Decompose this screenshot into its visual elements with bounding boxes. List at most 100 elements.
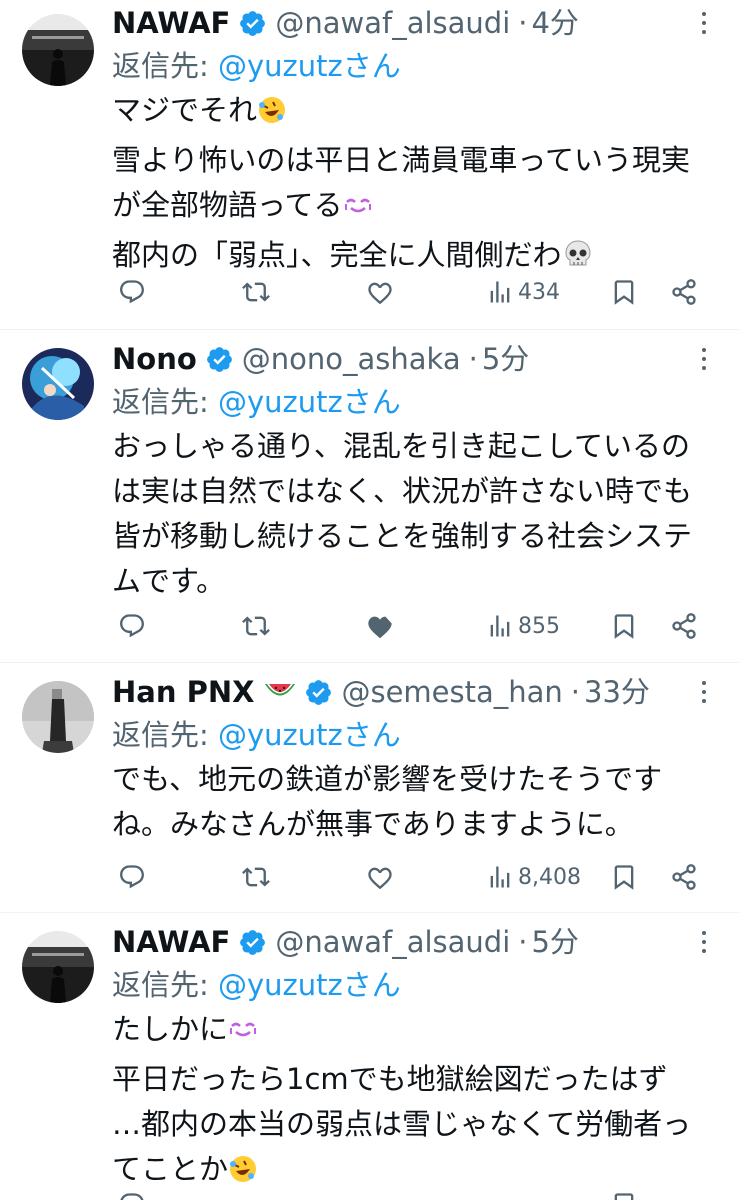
watermelon-emoji-icon xyxy=(264,681,296,703)
more-options-icon[interactable] xyxy=(689,344,719,374)
share-button[interactable] xyxy=(670,606,698,646)
reply-mention[interactable]: @yuzutzさん xyxy=(218,968,401,1002)
analytics-icon xyxy=(490,866,510,888)
verified-badge-icon xyxy=(205,345,234,374)
post-text: でも、地元の鉄道が影響を受けたそうです ね。みなさんが無事でありますように。 xyxy=(112,757,717,847)
avatar[interactable] xyxy=(22,931,94,1003)
reply-prefix: 返信先: xyxy=(112,49,218,83)
user-handle[interactable]: @nawaf_alsaudi xyxy=(275,921,510,963)
avatar[interactable] xyxy=(22,348,94,420)
reply-button[interactable] xyxy=(118,1185,146,1200)
analytics-icon xyxy=(490,615,510,637)
bookmark-icon xyxy=(614,865,634,890)
reply-button[interactable] xyxy=(118,857,146,897)
views-count: 8,408 xyxy=(518,864,581,890)
post-text-line: が全部物語ってる xyxy=(112,188,343,222)
post-text-line: 皆が移動し続けることを強制する社会システ xyxy=(112,519,693,553)
post-text-line: でも、地元の鉄道が影響を受けたそうです xyxy=(112,762,663,796)
reply-mention[interactable]: @yuzutzさん xyxy=(218,49,401,83)
share-button[interactable] xyxy=(670,272,698,312)
comment-icon xyxy=(120,865,144,889)
verified-badge-icon xyxy=(304,678,333,707)
repost-button[interactable] xyxy=(242,857,270,897)
post-text: マジでそれ 雪より怖いのは平日と満員電車っていう現実 が全部物語ってる 都内の「… xyxy=(112,88,717,283)
reply-prefix: 返信先: xyxy=(112,385,218,419)
timestamp[interactable]: 5分 xyxy=(482,338,529,380)
post-text-line: 雪より怖いのは平日と満員電車っていう現実 xyxy=(112,143,690,177)
repost-button[interactable] xyxy=(242,606,270,646)
more-options-icon[interactable] xyxy=(689,677,719,707)
share-icon xyxy=(672,613,696,639)
post-text-line: マジでそれ xyxy=(112,93,258,127)
like-button[interactable] xyxy=(366,272,394,312)
comment-icon xyxy=(120,1193,144,1200)
bookmark-button[interactable] xyxy=(610,857,638,897)
reply-prefix: 返信先: xyxy=(112,718,218,752)
avatar[interactable] xyxy=(22,14,94,86)
bookmark-icon xyxy=(614,280,634,305)
post-text-line: 都内の「弱点」、完全に人間側だわ xyxy=(112,238,562,272)
avatar[interactable] xyxy=(22,681,94,753)
user-handle[interactable]: @nawaf_alsaudi xyxy=(275,2,510,44)
bookmark-button[interactable] xyxy=(610,606,638,646)
reply-context: 返信先: @yuzutzさん xyxy=(112,382,401,422)
bookmark-button[interactable] xyxy=(610,1185,638,1200)
more-options-icon[interactable] xyxy=(689,8,719,38)
share-icon xyxy=(672,864,696,890)
user-handle[interactable]: @semesta_han xyxy=(341,671,562,713)
reply-context: 返信先: @yuzutzさん xyxy=(112,46,401,86)
views-button[interactable]: 434 xyxy=(486,272,560,312)
reply-context: 返信先: @yuzutzさん xyxy=(112,965,401,1005)
views-button[interactable]: 8,408 xyxy=(486,857,581,897)
heart-icon xyxy=(368,616,392,639)
reply-button[interactable] xyxy=(118,606,146,646)
reply-context: 返信先: @yuzutzさん xyxy=(112,715,401,755)
separator-dot: · xyxy=(570,675,581,709)
timestamp[interactable]: 33分 xyxy=(584,671,650,713)
repost-icon xyxy=(242,867,270,887)
post-text-line: ムです。 xyxy=(112,564,226,598)
like-button[interactable] xyxy=(366,857,394,897)
views-count: 434 xyxy=(518,279,560,305)
views-count: 855 xyxy=(518,613,560,639)
post-text-line: 平日だったら1cmでも地獄絵図だったはず xyxy=(112,1062,668,1096)
display-name[interactable]: NAWAF xyxy=(112,921,230,963)
post-text-line: ね。みなさんが無事でありますように。 xyxy=(112,807,634,841)
repost-icon xyxy=(242,282,270,302)
heart-icon xyxy=(368,282,392,305)
post-text-line: は実は自然ではなく、状況が許さない時でも xyxy=(112,474,693,508)
like-button[interactable] xyxy=(366,606,394,646)
more-options-icon[interactable] xyxy=(689,927,719,957)
separator-dot: · xyxy=(518,6,528,40)
comment-icon xyxy=(120,280,144,304)
verified-badge-icon xyxy=(238,928,267,957)
share-button[interactable] xyxy=(670,857,698,897)
tears-of-joy-emoji-icon xyxy=(343,188,373,233)
post-text: たしかに 平日だったら1cmでも地獄絵図だったはず …都内の本当の弱点は雪じゃな… xyxy=(112,1007,717,1197)
reply-mention[interactable]: @yuzutzさん xyxy=(218,718,401,752)
bookmark-button[interactable] xyxy=(610,272,638,312)
display-name[interactable]: NAWAF xyxy=(112,2,230,44)
post-text-line: てことか xyxy=(112,1152,229,1186)
reply-button[interactable] xyxy=(118,272,146,312)
user-handle[interactable]: @nono_ashaka xyxy=(242,338,461,380)
reply-post[interactable]: NAWAF @nawaf_alsaudi · 4分 返信先: @yuzutzさん… xyxy=(0,0,739,330)
timestamp[interactable]: 5分 xyxy=(531,921,578,963)
heart-icon xyxy=(368,867,392,890)
post-text-line: …都内の本当の弱点は雪じゃなくて労働者っ xyxy=(112,1107,692,1141)
reply-post[interactable]: Han PNX @semesta_han · 33分 返信先: @yuzutzさ… xyxy=(0,663,739,913)
reply-post[interactable]: NAWAF @nawaf_alsaudi · 5分 返信先: @yuzutzさん… xyxy=(0,913,739,1200)
verified-badge-icon xyxy=(238,9,267,38)
reply-mention[interactable]: @yuzutzさん xyxy=(218,385,401,419)
display-name[interactable]: Han PNX xyxy=(112,671,254,713)
reply-post[interactable]: Nono @nono_ashaka · 5分 返信先: @yuzutzさん おっ… xyxy=(0,330,739,663)
display-name[interactable]: Nono xyxy=(112,338,197,380)
views-button[interactable]: 855 xyxy=(486,606,560,646)
tears-of-joy-emoji-icon xyxy=(228,1012,258,1057)
timestamp[interactable]: 4分 xyxy=(531,2,578,44)
bookmark-icon xyxy=(614,614,634,639)
repost-button[interactable] xyxy=(242,272,270,312)
comment-icon xyxy=(120,614,144,638)
share-icon xyxy=(672,279,696,305)
post-text-line: たしかに xyxy=(112,1012,229,1046)
